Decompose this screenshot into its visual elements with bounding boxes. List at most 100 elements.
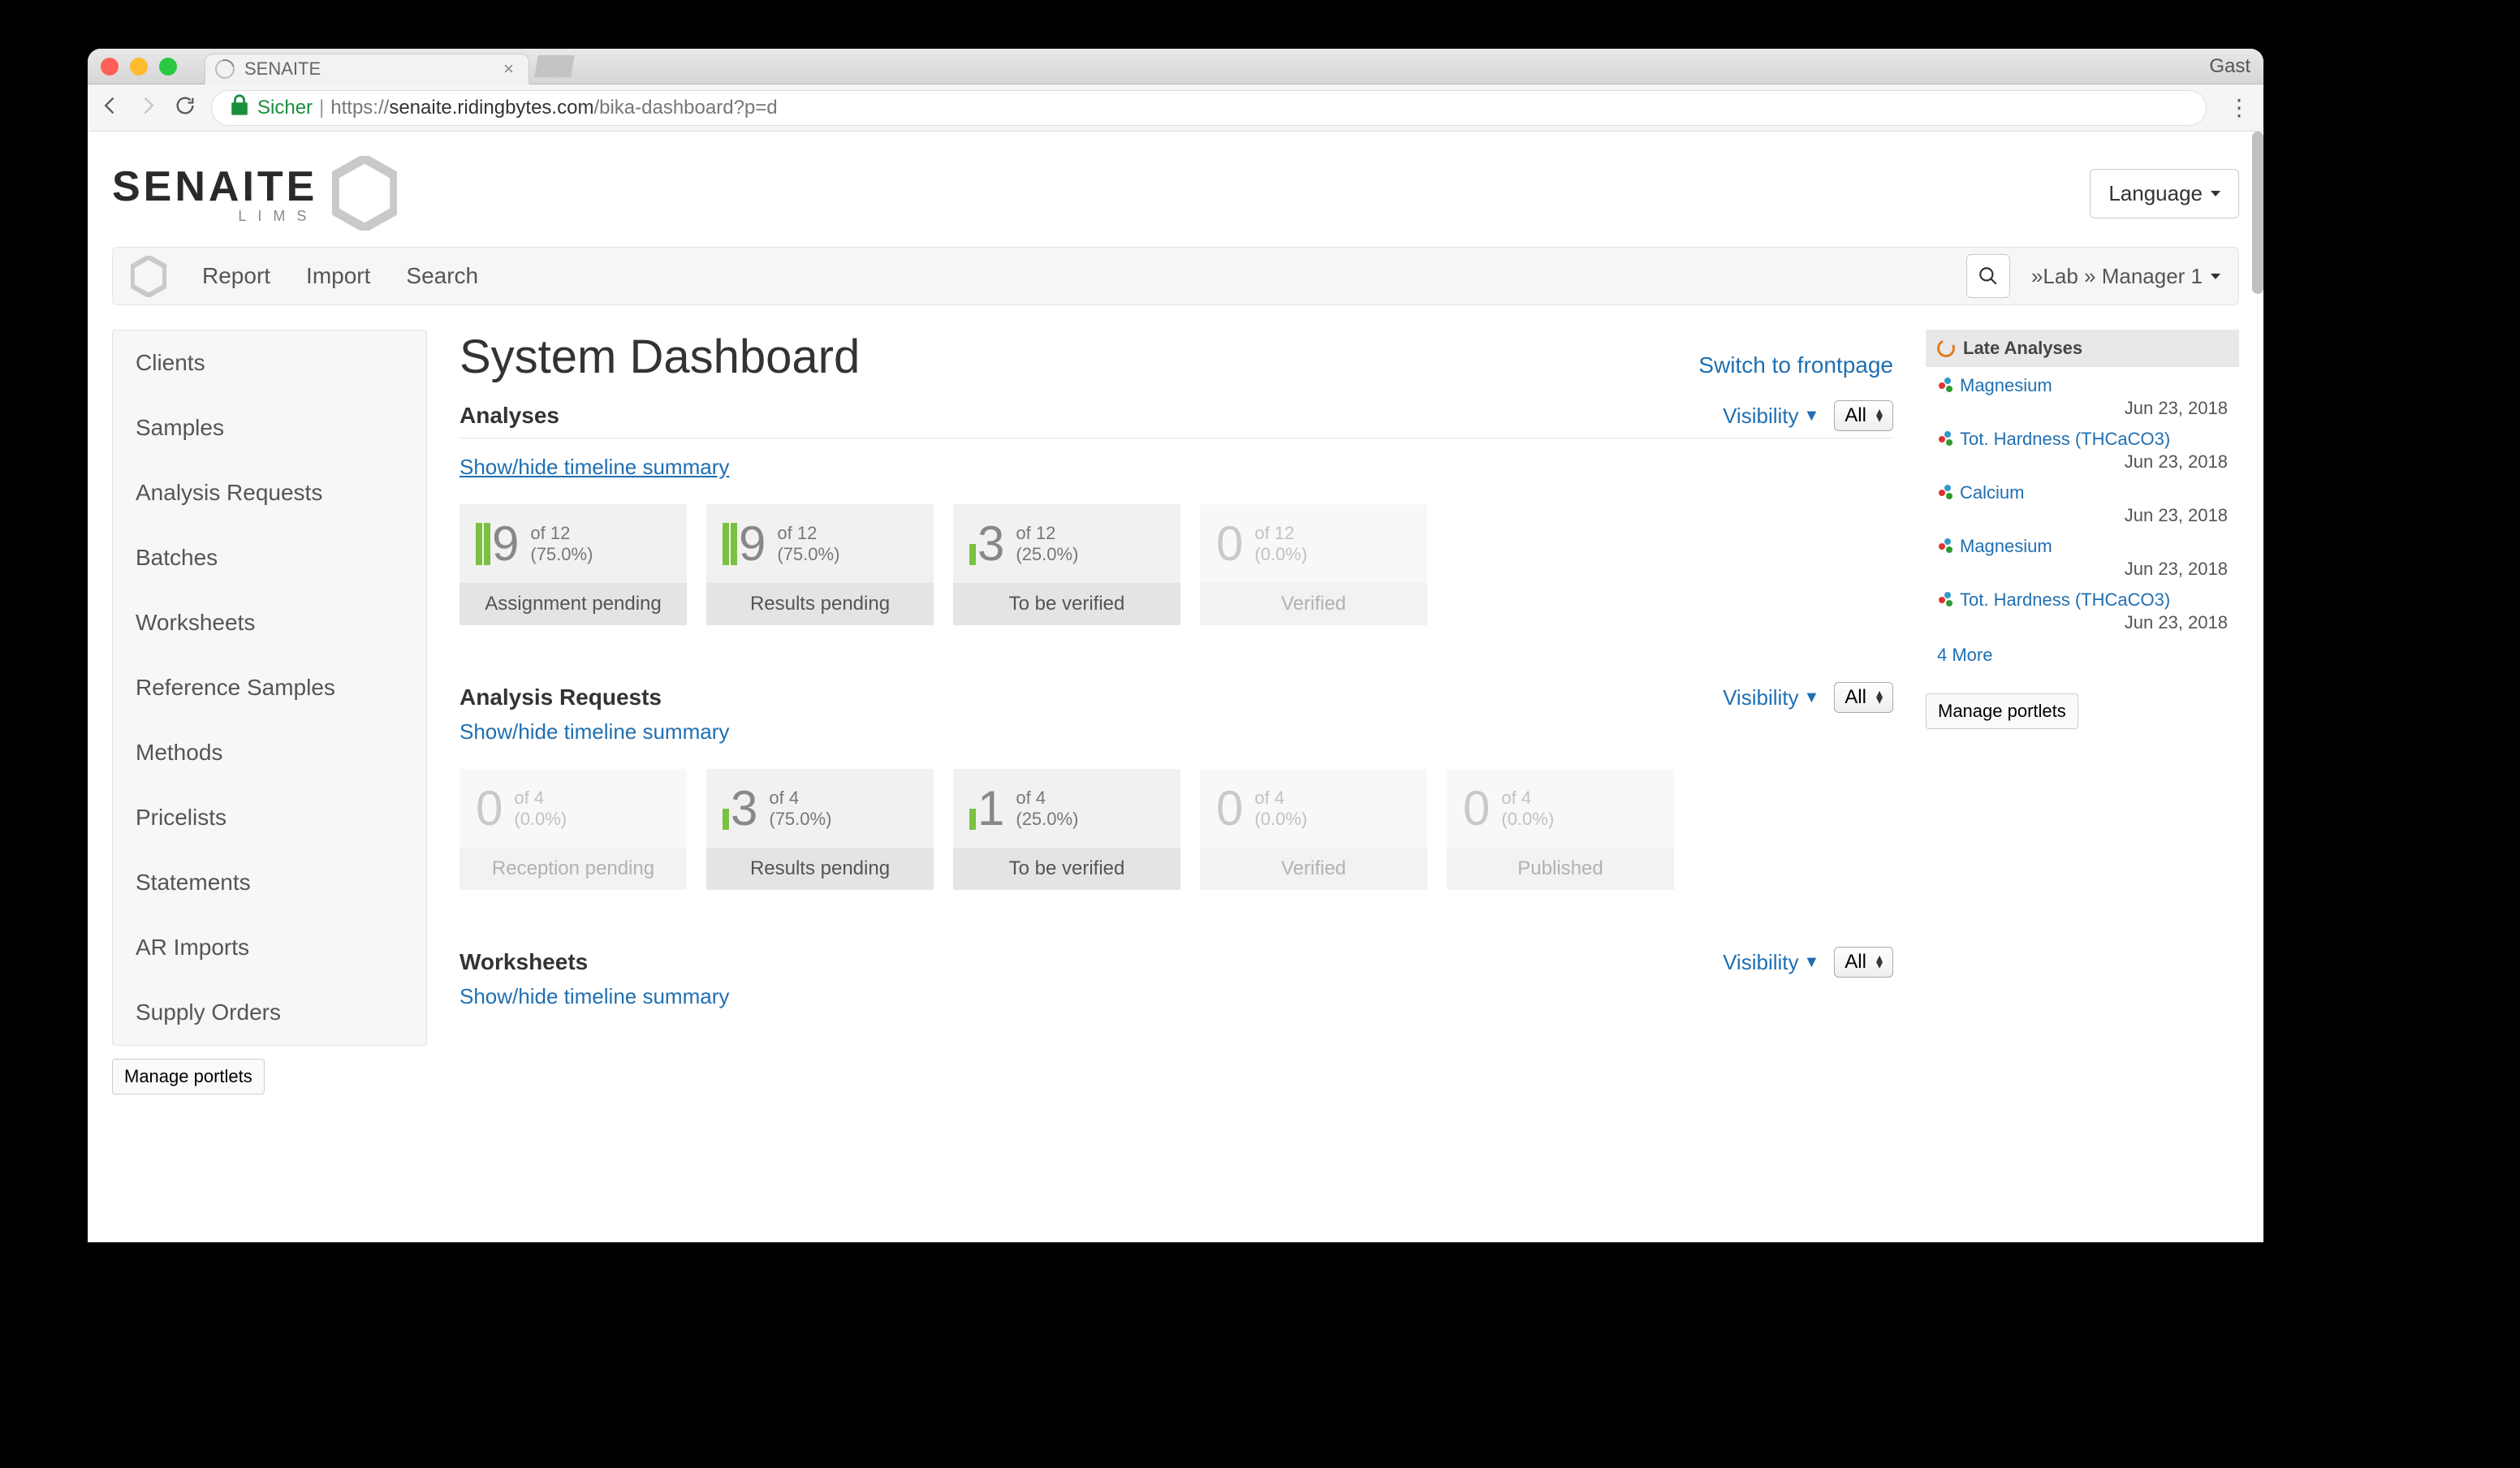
stat-card[interactable]: 3of 4(75.0%)Results pending xyxy=(706,769,934,890)
late-analysis-date: Jun 23, 2018 xyxy=(1926,559,2239,585)
stat-card[interactable]: 0of 4(0.0%)Verified xyxy=(1200,769,1427,890)
late-analysis-link[interactable]: Magnesium xyxy=(1937,536,2228,557)
search-icon xyxy=(1978,266,1999,287)
main-content: System Dashboard Switch to frontpage Ana… xyxy=(460,330,1893,1009)
title-bar: SENAITE × Gast xyxy=(88,49,2263,84)
sidebar-item[interactable]: Batches xyxy=(113,525,426,590)
minimize-window[interactable] xyxy=(130,58,148,76)
logo-hexagon-icon xyxy=(332,156,397,231)
sidebar-item[interactable]: Supply Orders xyxy=(113,980,426,1045)
late-icon xyxy=(1935,337,1957,360)
late-analysis-item: Magnesium xyxy=(1926,531,2239,559)
tab-favicon xyxy=(212,56,239,83)
nav-logo-icon[interactable] xyxy=(131,256,166,296)
late-analysis-date: Jun 23, 2018 xyxy=(1926,451,2239,477)
sidebar-item[interactable]: AR Imports xyxy=(113,915,426,980)
right-column: Late Analyses MagnesiumJun 23, 2018Tot. … xyxy=(1926,330,2239,729)
stat-card[interactable]: 0of 4(0.0%)Reception pending xyxy=(460,769,687,890)
visibility-link[interactable]: Visibility ▼ xyxy=(1723,685,1819,710)
late-analysis-link[interactable]: Tot. Hardness (THCaCO3) xyxy=(1937,429,2228,450)
late-analysis-link[interactable]: Tot. Hardness (THCaCO3) xyxy=(1937,589,2228,611)
maximize-window[interactable] xyxy=(159,58,177,76)
sidebar-item[interactable]: Reference Samples xyxy=(113,655,426,720)
more-link[interactable]: 4 More xyxy=(1926,638,2239,672)
caret-down-icon xyxy=(2211,191,2220,196)
atom-icon xyxy=(1937,592,1953,608)
secure-label: Sicher xyxy=(257,97,313,119)
url-text: https://senaite.ridingbytes.com/bika-das… xyxy=(330,97,777,119)
late-analysis-date: Jun 23, 2018 xyxy=(1926,505,2239,531)
stat-card[interactable]: 9of 12(75.0%)Results pending xyxy=(706,504,934,625)
page-title: System Dashboard Switch to frontpage xyxy=(460,330,1893,384)
back-button[interactable] xyxy=(99,94,122,121)
logo[interactable]: SENAITE LIMS xyxy=(112,156,397,231)
sidebar-item[interactable]: Clients xyxy=(113,330,426,395)
browser-window: SENAITE × Gast Sicher | https://senaite.… xyxy=(88,49,2263,1242)
portlet-header: Late Analyses xyxy=(1926,330,2239,367)
browser-menu-icon[interactable]: ⋮ xyxy=(2228,94,2252,121)
section-title: Worksheets xyxy=(460,949,588,975)
page-content: SENAITE LIMS Language Report Import S xyxy=(88,132,2263,1242)
forward-button[interactable] xyxy=(136,94,159,121)
atom-icon xyxy=(1937,538,1953,555)
late-analysis-date: Jun 23, 2018 xyxy=(1926,398,2239,424)
stat-card[interactable]: 3of 12(25.0%)To be verified xyxy=(953,504,1180,625)
sidebar-item[interactable]: Statements xyxy=(113,850,426,915)
logo-text: SENAITE xyxy=(112,162,317,211)
stat-card[interactable]: 0of 12(0.0%)Verified xyxy=(1200,504,1427,625)
switch-frontpage-link[interactable]: Switch to frontpage xyxy=(1698,352,1893,378)
tab-title: SENAITE xyxy=(244,58,321,80)
close-window[interactable] xyxy=(101,58,119,76)
nav-search[interactable]: Search xyxy=(406,263,478,289)
late-analysis-item: Tot. Hardness (THCaCO3) xyxy=(1926,585,2239,612)
stat-card[interactable]: 9of 12(75.0%)Assignment pending xyxy=(460,504,687,625)
late-analysis-link[interactable]: Magnesium xyxy=(1937,375,2228,396)
reload-button[interactable] xyxy=(174,94,196,121)
manage-portlets-button[interactable]: Manage portlets xyxy=(1926,693,2078,729)
search-button[interactable] xyxy=(1966,254,2010,298)
filter-select[interactable]: All▴▾ xyxy=(1834,400,1893,431)
language-button[interactable]: Language xyxy=(2090,169,2239,218)
top-nav: Report Import Search »Lab » Manager 1 xyxy=(112,247,2239,305)
sidebar-item[interactable]: Analysis Requests xyxy=(113,460,426,525)
late-analysis-item: Calcium xyxy=(1926,477,2239,505)
atom-icon xyxy=(1937,431,1953,447)
late-analysis-date: Jun 23, 2018 xyxy=(1926,612,2239,638)
section-title: Analysis Requests xyxy=(460,684,662,710)
caret-down-icon xyxy=(2211,274,2220,279)
profile-label[interactable]: Gast xyxy=(2209,55,2250,78)
atom-icon xyxy=(1937,485,1953,501)
toggle-timeline-link[interactable]: Show/hide timeline summary xyxy=(460,455,729,479)
filter-select[interactable]: All▴▾ xyxy=(1834,682,1893,713)
nav-import[interactable]: Import xyxy=(306,263,370,289)
nav-report[interactable]: Report xyxy=(202,263,270,289)
sidebar-item[interactable]: Methods xyxy=(113,720,426,785)
stat-card[interactable]: 1of 4(25.0%)To be verified xyxy=(953,769,1180,890)
visibility-link[interactable]: Visibility ▼ xyxy=(1723,950,1819,975)
logo-subtext: LIMS xyxy=(238,208,317,225)
sidebar: ClientsSamplesAnalysis RequestsBatchesWo… xyxy=(112,330,427,1095)
sidebar-item[interactable]: Pricelists xyxy=(113,785,426,850)
stat-card[interactable]: 0of 4(0.0%)Published xyxy=(1447,769,1674,890)
filter-select[interactable]: All▴▾ xyxy=(1834,947,1893,978)
late-analysis-item: Magnesium xyxy=(1926,370,2239,398)
user-menu[interactable]: »Lab » Manager 1 xyxy=(2031,264,2220,289)
scrollbar-thumb[interactable] xyxy=(2252,132,2263,294)
toggle-timeline-link[interactable]: Show/hide timeline summary xyxy=(460,719,729,744)
sidebar-item[interactable]: Samples xyxy=(113,395,426,460)
late-analysis-link[interactable]: Calcium xyxy=(1937,482,2228,503)
sidebar-item[interactable]: Worksheets xyxy=(113,590,426,655)
close-tab-icon[interactable]: × xyxy=(503,58,514,80)
new-tab-button[interactable] xyxy=(534,55,575,78)
section-title: Analyses xyxy=(460,403,559,429)
window-controls xyxy=(101,58,177,76)
address-bar[interactable]: Sicher | https://senaite.ridingbytes.com… xyxy=(211,90,2207,126)
lock-icon xyxy=(228,93,251,122)
late-analysis-item: Tot. Hardness (THCaCO3) xyxy=(1926,424,2239,451)
browser-tab[interactable]: SENAITE × xyxy=(205,54,529,84)
url-bar: Sicher | https://senaite.ridingbytes.com… xyxy=(88,84,2263,132)
manage-portlets-button[interactable]: Manage portlets xyxy=(112,1059,265,1095)
toggle-timeline-link[interactable]: Show/hide timeline summary xyxy=(460,984,729,1008)
page-header: SENAITE LIMS Language xyxy=(112,156,2239,247)
visibility-link[interactable]: Visibility ▼ xyxy=(1723,404,1819,429)
